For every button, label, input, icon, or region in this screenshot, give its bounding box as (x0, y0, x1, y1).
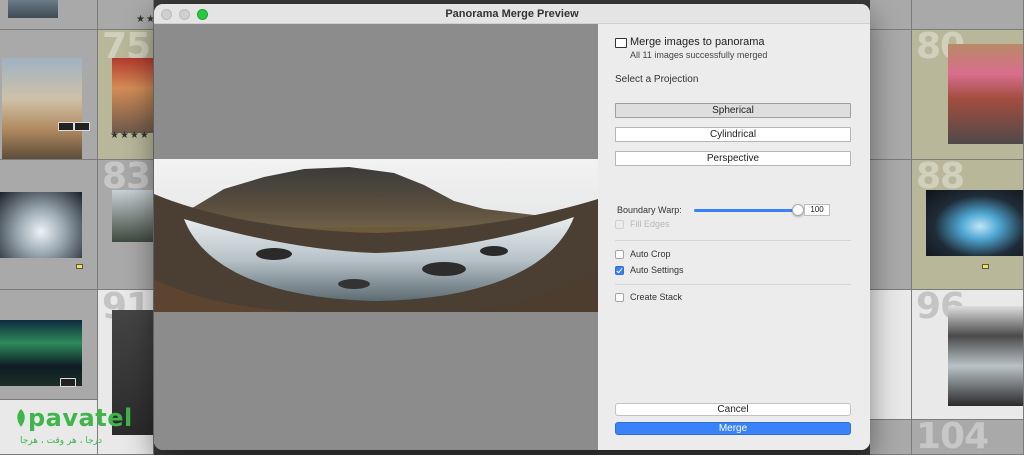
projection-cylindrical-button[interactable]: Cylindrical (615, 127, 851, 142)
panorama-preview-image (154, 159, 598, 312)
watermark-tagline: درجا ، هر وقت ، هرجا (20, 436, 102, 446)
metadata-badge-icon (60, 378, 76, 387)
auto-settings-label: Auto Settings (630, 265, 684, 275)
grid-cell[interactable] (0, 290, 98, 400)
merge-button[interactable]: Merge (615, 422, 851, 435)
auto-settings-checkbox[interactable] (615, 266, 624, 275)
leaf-icon (17, 409, 25, 427)
image-icon (615, 38, 627, 48)
projection-label: Select a Projection (615, 74, 699, 85)
thumbnail[interactable] (0, 320, 82, 386)
thumbnail[interactable] (926, 190, 1023, 256)
projection-spherical-button[interactable]: Spherical (615, 103, 851, 118)
grid-cell[interactable] (912, 0, 1024, 30)
auto-crop-label: Auto Crop (630, 249, 671, 259)
grid-cell[interactable] (870, 0, 912, 30)
grid-cell[interactable]: 104 (912, 420, 1024, 455)
grid-cell[interactable] (870, 420, 912, 455)
boundary-warp-value-field[interactable]: 100 (804, 204, 830, 216)
thumbnail[interactable] (948, 306, 1023, 406)
grid-cell[interactable] (870, 290, 912, 420)
watermark-brand: pavatel (28, 404, 133, 432)
grid-cell[interactable] (870, 160, 912, 290)
thumbnail[interactable] (0, 192, 82, 258)
fill-edges-label: Fill Edges (630, 219, 670, 229)
flag-icon (76, 264, 83, 269)
grid-cell-selected[interactable]: 75 ★★★★ (98, 30, 154, 160)
dialog-title: Panorama Merge Preview (445, 8, 579, 20)
thumbnail[interactable] (948, 44, 1023, 144)
flag-icon (982, 264, 989, 269)
auto-crop-checkbox[interactable] (615, 250, 624, 259)
grid-cell[interactable]: ★★ (98, 0, 154, 30)
create-stack-label: Create Stack (630, 292, 683, 302)
merge-message-title: Merge images to panorama (630, 36, 765, 48)
divider (615, 284, 851, 285)
boundary-warp-label: Boundary Warp: (617, 205, 682, 215)
watermark-logo: pavatel درجا ، هر وقت ، هرجا (14, 402, 154, 450)
panorama-merge-dialog: Panorama Merge Preview Merge images to p… (154, 4, 870, 450)
merge-message-subtitle: All 11 images successfully merged (630, 50, 768, 60)
cancel-button[interactable]: Cancel (615, 403, 851, 416)
thumbnail[interactable] (112, 58, 153, 133)
cell-number: 104 (916, 420, 989, 455)
slider-fill (694, 209, 798, 212)
grid-cell-selected[interactable]: 80 (912, 30, 1024, 160)
rating-stars: ★★★★ (110, 130, 150, 141)
boundary-warp-slider[interactable] (694, 204, 804, 216)
fill-edges-checkbox[interactable] (615, 220, 624, 229)
slider-thumb[interactable] (792, 204, 804, 216)
preview-area (154, 24, 598, 450)
grid-cell[interactable]: 83 (98, 160, 154, 290)
grid-cell[interactable]: 96 (912, 290, 1024, 420)
rating-stars: ★★ (136, 14, 154, 25)
panorama-landscape (154, 159, 598, 312)
grid-cell[interactable] (870, 30, 912, 160)
create-stack-checkbox[interactable] (615, 293, 624, 302)
thumbnail[interactable] (112, 190, 153, 242)
settings-panel: Merge images to panorama All 11 images s… (598, 24, 870, 450)
thumbnail[interactable] (8, 0, 58, 18)
divider (615, 240, 851, 241)
grid-cell[interactable] (0, 30, 98, 160)
metadata-badge-icon (58, 122, 74, 131)
projection-perspective-button[interactable]: Perspective (615, 151, 851, 166)
grid-cell[interactable] (0, 0, 98, 30)
grid-cell[interactable] (0, 160, 98, 290)
grid-cell-selected[interactable]: 88 (912, 160, 1024, 290)
title-bar[interactable]: Panorama Merge Preview (154, 4, 870, 24)
thumbnail[interactable] (2, 58, 82, 159)
edit-badge-icon (74, 122, 90, 131)
